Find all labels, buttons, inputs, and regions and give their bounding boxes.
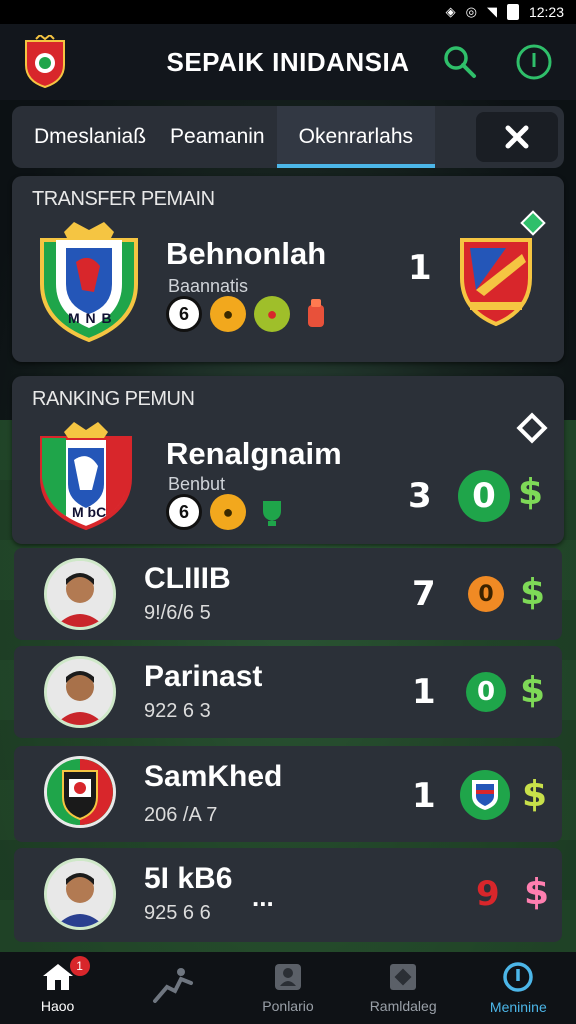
trophy-badge-icon: [298, 296, 334, 332]
price-icon: $: [520, 670, 546, 711]
status-time: 12:23: [528, 4, 564, 20]
tag-icon[interactable]: [516, 412, 548, 449]
price-icon: $: [520, 572, 546, 613]
team-subtitle: Baannatis: [168, 276, 249, 296]
medal-badge-icon: ●: [210, 296, 246, 332]
transfer-value: 1: [408, 248, 432, 288]
team-name: Renalgnaim: [166, 436, 342, 471]
player-name: Parinast: [144, 660, 263, 693]
score-circle: 0: [468, 576, 504, 612]
player-avatar: [44, 656, 116, 728]
section-title-transfer: TRANSFER PEMAIN: [32, 188, 215, 210]
section-title-ranking: RANKING PEMUN: [32, 388, 195, 410]
nav-home[interactable]: 1 Haoo: [10, 956, 106, 1014]
more-indicator[interactable]: ...: [252, 882, 274, 913]
crest-text: M bC: [72, 504, 107, 520]
nav-badge: 1: [69, 956, 90, 976]
price-icon: $: [522, 774, 548, 815]
info-icon[interactable]: [514, 42, 554, 82]
player-value: 1: [412, 776, 436, 816]
player-stats: 206 /A 7: [144, 804, 218, 826]
tab-okenrarlahs[interactable]: Okenrarlahs: [276, 106, 436, 168]
team-name: Behnonlah: [166, 236, 327, 271]
medal-badge-icon: ●: [210, 494, 246, 530]
status-bar: ◈ ◎ ◥ 12:23: [0, 0, 576, 24]
team-subtitle: Benbut: [168, 474, 226, 494]
player-name: 5I kB6: [144, 862, 233, 895]
price-icon: $: [518, 472, 544, 513]
player-row[interactable]: CLIIIB 9!/6/6 5 7 0 $: [14, 548, 562, 640]
player-row[interactable]: 5I kB6 925 6 6 ... 9 $: [14, 848, 562, 942]
player-card-icon: [274, 964, 301, 990]
ranking-value: 3: [408, 476, 432, 516]
player-stats: 922 6 3: [144, 700, 211, 722]
player-stats: 9!/6/6 5: [144, 602, 211, 624]
nav-meninine[interactable]: Meninine: [470, 961, 566, 1015]
alarm-icon: ◎: [465, 4, 477, 19]
trophy-badge-icon: [254, 494, 290, 530]
player-name: CLIIIB: [144, 562, 231, 595]
nav-ponlario[interactable]: Ponlario: [240, 962, 336, 1014]
nfc-icon: ◈: [445, 4, 456, 19]
close-icon: [505, 125, 529, 149]
crest-text: M N B: [68, 310, 113, 326]
score-circle: 0: [458, 470, 510, 522]
battery-icon: [506, 4, 519, 20]
player-value: 9: [476, 874, 500, 914]
badge-list: 6 ●: [166, 494, 290, 530]
club-score-icon: [460, 770, 510, 820]
badge-list: 6 ● ●: [166, 296, 334, 332]
club-avatar: [44, 756, 116, 828]
player-row[interactable]: SamKhed 206 /A 7 1 $: [14, 746, 562, 842]
close-button[interactable]: [476, 112, 558, 162]
tab-dmeslaniab[interactable]: Dmeslaniaß: [22, 106, 158, 168]
runner-icon: [152, 968, 193, 1003]
player-stats: 925 6 6: [144, 902, 211, 924]
score-circle: 0: [466, 672, 506, 712]
app-header: SEPAIK INIDANSIA: [0, 24, 576, 100]
ranking-icon: [390, 964, 417, 990]
tag-icon[interactable]: [520, 210, 546, 241]
nav-ramldaleg[interactable]: Ramldaleg: [355, 962, 451, 1014]
nav-label-home: Haoo: [40, 998, 75, 1014]
team-crest: [34, 218, 144, 349]
nav-label-meninine: Meninine: [489, 999, 547, 1015]
opponent-crest: [456, 232, 536, 333]
search-icon[interactable]: [440, 42, 480, 82]
player-row[interactable]: Parinast 922 6 3 1 0 $: [14, 646, 562, 738]
wifi-icon: ◥: [486, 4, 497, 19]
tab-peamanin[interactable]: Peamanin: [158, 106, 277, 168]
price-icon: $: [524, 872, 550, 913]
nav-label-ramldaleg: Ramldaleg: [369, 998, 437, 1014]
nav-label-ponlario: Ponlario: [262, 998, 314, 1014]
ranking-card: RANKING PEMUN M bC Renalgnaim Benbut 6 ●…: [12, 376, 564, 544]
nav-transfers[interactable]: [125, 967, 221, 1009]
player-avatar: [44, 858, 116, 930]
player-value: 1: [412, 672, 436, 712]
app-logo[interactable]: [22, 33, 68, 89]
player-name: SamKhed: [144, 760, 283, 793]
transfer-card: TRANSFER PEMAIN M N B Behnonlah Baannati…: [12, 176, 564, 362]
info-circle-icon: [503, 962, 534, 992]
player-value: 7: [412, 574, 436, 614]
coin-badge-icon: ●: [254, 296, 290, 332]
bottom-nav: 1 Haoo Ponlario Ramldaleg Meninine: [0, 952, 576, 1024]
player-avatar: [44, 558, 116, 630]
badge-six: 6: [166, 296, 202, 332]
badge-six: 6: [166, 494, 202, 530]
tab-bar: Dmeslaniaß Peamanin Okenrarlahs: [12, 106, 564, 168]
